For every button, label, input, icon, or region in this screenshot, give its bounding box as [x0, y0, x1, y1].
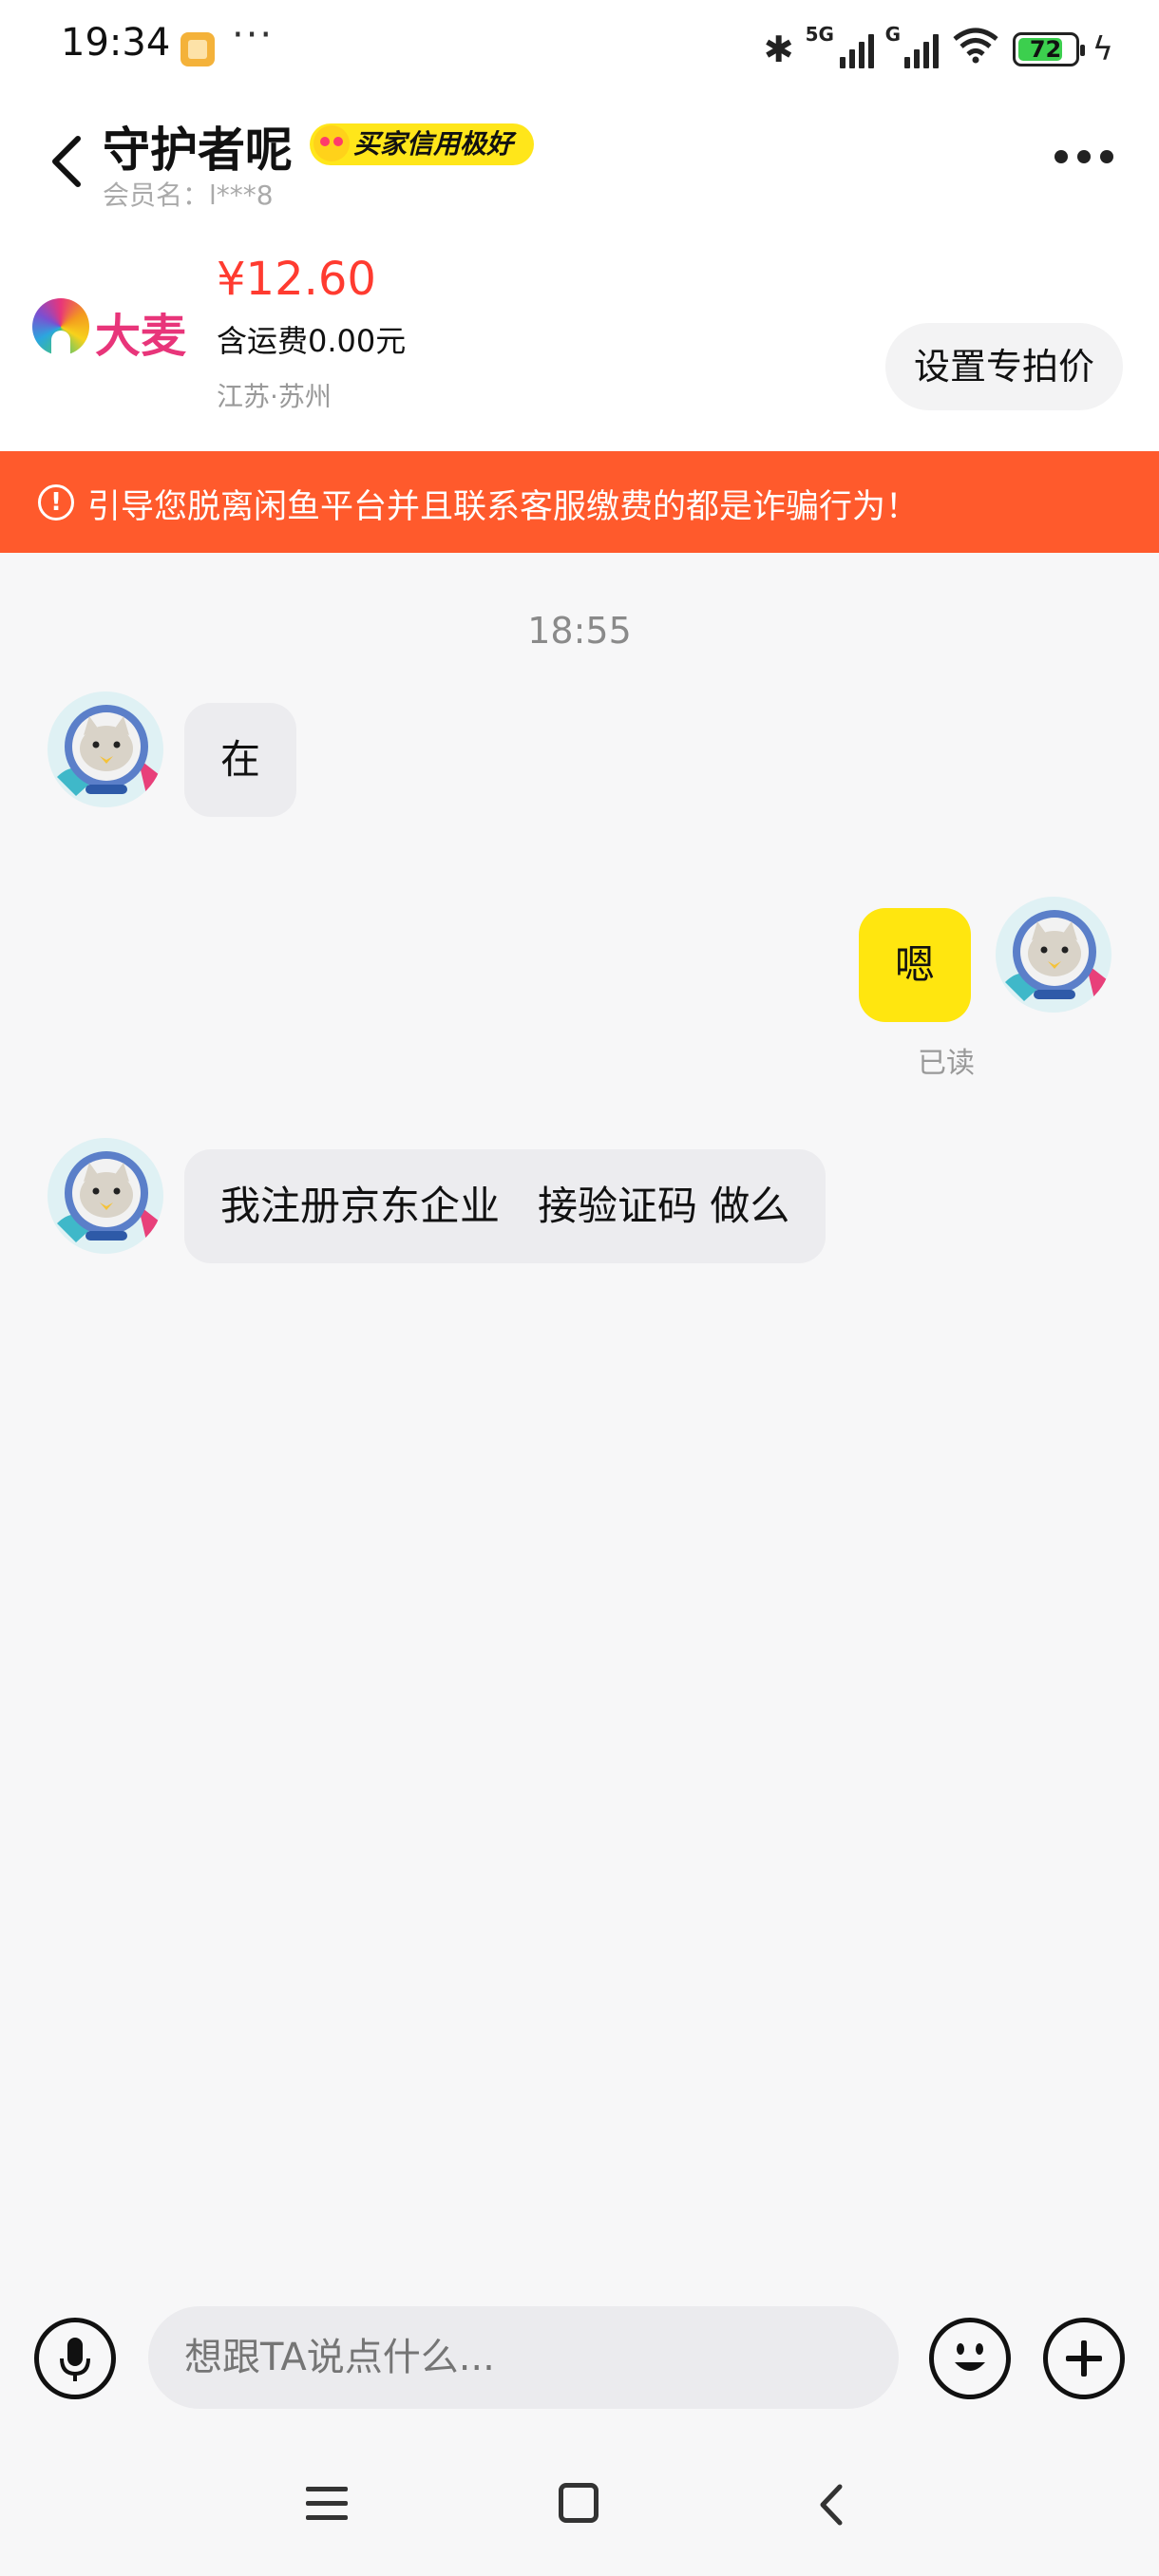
my-avatar[interactable]	[996, 897, 1112, 1013]
message-input[interactable]	[148, 2306, 899, 2409]
product-thumbnail[interactable]: 大麦	[28, 275, 200, 380]
recent-apps-icon[interactable]	[306, 2485, 348, 2523]
message-bubble-incoming[interactable]: 我注册京东企业 接验证码 做么	[184, 1149, 826, 1263]
alert-icon: !	[38, 484, 74, 521]
product-logo-text: 大麦	[95, 310, 187, 363]
system-nav-bar	[0, 2439, 1159, 2576]
contact-avatar[interactable]	[48, 1138, 163, 1254]
product-location: 江苏·苏州	[217, 381, 332, 412]
nav-back-icon[interactable]	[813, 2481, 851, 2529]
product-card[interactable]: 大麦 ¥12.60 含运费0.00元 江苏·苏州 设置专拍价	[0, 218, 1159, 451]
cat-astronaut-avatar-icon	[996, 897, 1112, 1013]
chat-header: 守护者呢 买家信用极好 会员名：l***8	[0, 95, 1159, 218]
cat-astronaut-avatar-icon	[48, 1138, 163, 1254]
add-attachment-icon[interactable]	[1043, 2318, 1125, 2399]
heart-eyes-emoji-icon	[314, 125, 350, 161]
warning-text: 引导您脱离闲鱼平台并且联系客服缴费的都是诈骗行为！	[87, 488, 920, 526]
home-icon[interactable]	[559, 2483, 598, 2523]
more-options-icon[interactable]	[1054, 150, 1113, 163]
message-bubble-incoming[interactable]: 在	[184, 703, 297, 817]
status-bar: 19:34 ··· ✱ 5G G 72 ϟ	[0, 0, 1159, 95]
message-input-bar	[0, 2268, 1159, 2439]
notification-icon	[180, 32, 215, 66]
member-name: 会员名：l***8	[103, 180, 274, 211]
read-receipt: 已读	[918, 1047, 975, 1080]
contact-avatar[interactable]	[48, 691, 163, 807]
battery-icon: 72	[1012, 32, 1085, 66]
damai-logo-icon	[32, 298, 89, 355]
emoji-icon[interactable]	[929, 2318, 1011, 2399]
chat-screen: 19:34 ··· ✱ 5G G 72 ϟ 守护者呢 买家信用极好 会员名：l*…	[0, 0, 1159, 2576]
product-price: ¥12.60	[217, 253, 376, 306]
status-time: 19:34	[61, 21, 171, 65]
fraud-warning-banner: ! 引导您脱离闲鱼平台并且联系客服缴费的都是诈骗行为！	[0, 451, 1159, 553]
credit-badge[interactable]: 买家信用极好	[310, 123, 535, 165]
microphone-icon[interactable]	[34, 2318, 116, 2399]
wifi-icon	[952, 28, 999, 72]
bluetooth-icon: ✱	[763, 28, 794, 70]
more-notifications-icon: ···	[232, 13, 275, 57]
chat-timestamp: 18:55	[527, 610, 632, 652]
charging-icon: ϟ	[1092, 30, 1113, 68]
cat-astronaut-avatar-icon	[48, 691, 163, 807]
signal-icon-g: G	[885, 23, 939, 68]
signal-icon-5g: 5G	[806, 23, 874, 68]
message-bubble-outgoing[interactable]: 嗯	[859, 908, 972, 1022]
back-arrow-icon[interactable]	[48, 133, 86, 190]
set-special-price-button[interactable]: 设置专拍价	[884, 323, 1123, 410]
shipping-info: 含运费0.00元	[217, 323, 407, 359]
status-icons: ✱ 5G G 72 ϟ	[764, 23, 1113, 76]
credit-badge-label: 买家信用极好	[353, 128, 514, 160]
contact-name[interactable]: 守护者呢	[103, 112, 293, 180]
